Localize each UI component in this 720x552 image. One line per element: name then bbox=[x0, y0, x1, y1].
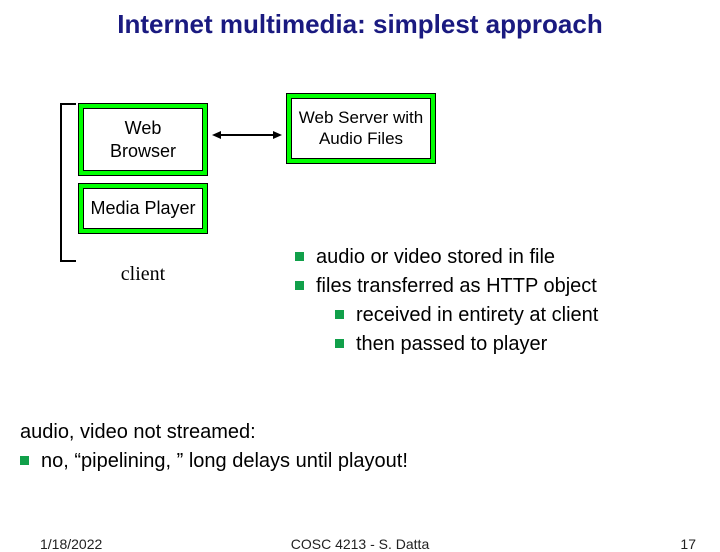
square-bullet-icon bbox=[295, 281, 304, 290]
conclusion-block: audio, video not streamed: no, “pipelini… bbox=[20, 418, 700, 476]
bidirectional-arrow bbox=[212, 131, 282, 139]
square-bullet-icon bbox=[335, 339, 344, 348]
arrow-right-icon bbox=[273, 131, 282, 139]
square-bullet-icon bbox=[295, 252, 304, 261]
square-bullet-icon bbox=[335, 310, 344, 319]
web-server-box: Web Server with Audio Files bbox=[286, 93, 436, 164]
web-browser-box: Web Browser bbox=[78, 103, 208, 176]
sub-bullet-item: received in entirety at client bbox=[335, 301, 695, 330]
bullet-text: files transferred as HTTP object bbox=[316, 272, 597, 301]
bullet-text: no, “pipelining, ” long delays until pla… bbox=[41, 447, 408, 476]
client-label: client bbox=[78, 263, 208, 286]
footer-course: COSC 4213 - S. Datta bbox=[0, 536, 720, 552]
main-bullet-list: audio or video stored in file files tran… bbox=[295, 243, 695, 359]
slide-title: Internet multimedia: simplest approach bbox=[0, 8, 720, 41]
client-bracket bbox=[60, 103, 74, 258]
media-player-box: Media Player bbox=[78, 183, 208, 234]
conclusion-heading: audio, video not streamed: bbox=[20, 418, 700, 447]
bullet-text: then passed to player bbox=[356, 330, 547, 359]
bullet-text: audio or video stored in file bbox=[316, 243, 555, 272]
web-browser-label: Web Browser bbox=[83, 108, 203, 171]
sub-bullet-item: then passed to player bbox=[335, 330, 695, 359]
footer-page-number: 17 bbox=[680, 536, 696, 552]
media-player-label: Media Player bbox=[83, 188, 203, 229]
web-server-label: Web Server with Audio Files bbox=[291, 98, 431, 159]
bullet-item: audio or video stored in file bbox=[295, 243, 695, 272]
bullet-item: no, “pipelining, ” long delays until pla… bbox=[20, 447, 700, 476]
bullet-text: received in entirety at client bbox=[356, 301, 598, 330]
square-bullet-icon bbox=[20, 456, 29, 465]
bullet-item: files transferred as HTTP object bbox=[295, 272, 695, 301]
